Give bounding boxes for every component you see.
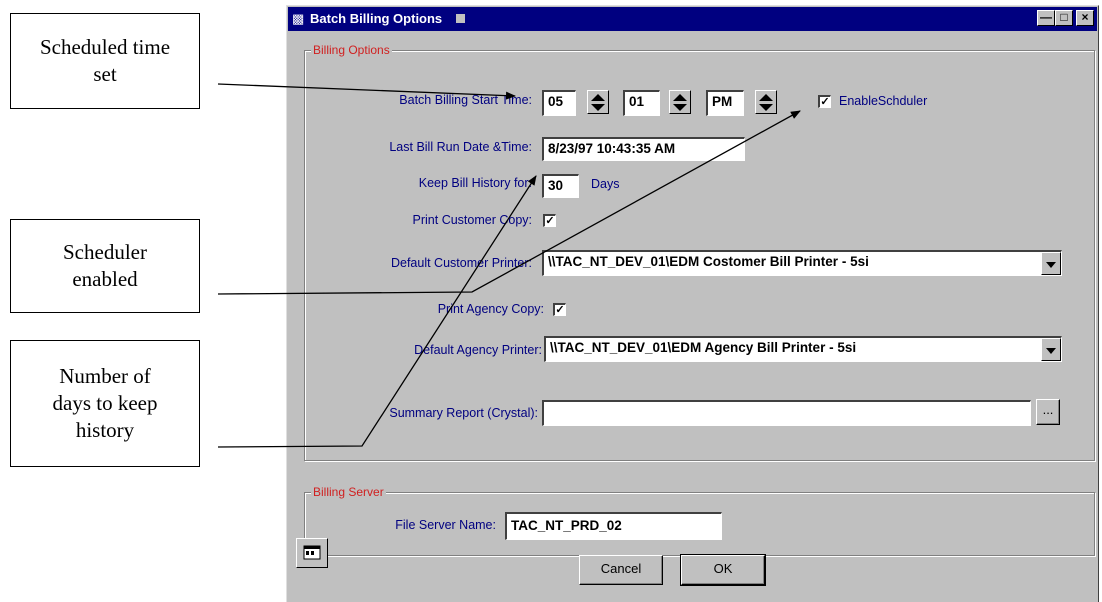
last-run-field[interactable]: 8/23/97 10:43:35 AM xyxy=(542,137,745,161)
print-agency-checkbox[interactable]: ✓ xyxy=(553,303,566,316)
chevron-down-icon[interactable] xyxy=(1041,252,1061,275)
print-agency-label: Print Agency Copy: xyxy=(437,302,544,316)
minimize-button[interactable]: — xyxy=(1037,10,1055,26)
summary-report-label: Summary Report (Crystal): xyxy=(389,406,538,420)
callout-scheduled-time: Scheduled time set xyxy=(10,13,200,109)
hour-field[interactable]: 05 xyxy=(542,90,576,116)
browse-button[interactable]: ... xyxy=(1036,399,1060,425)
print-customer-label: Print Customer Copy: xyxy=(412,213,532,227)
cancel-button[interactable]: Cancel xyxy=(579,555,663,585)
keep-history-label: Keep Bill History for: xyxy=(418,176,532,190)
spinner-arrows-icon xyxy=(673,94,687,111)
hour-spinner[interactable] xyxy=(587,90,609,114)
toolbar-icon-button[interactable] xyxy=(296,538,328,568)
callout-history-days: Number of days to keep history xyxy=(10,340,200,467)
close-button[interactable]: × xyxy=(1076,10,1094,26)
chevron-down-icon[interactable] xyxy=(1041,338,1061,361)
enable-scheduler-checkbox[interactable]: ✓ xyxy=(818,95,831,108)
batch-billing-options-window: ▩ Batch Billing Options — □ × Billing Op… xyxy=(286,5,1099,602)
enable-scheduler-label: EnableSchduler xyxy=(839,94,928,108)
minute-spinner[interactable] xyxy=(669,90,691,114)
start-time-label: Batch Billing Start Time: xyxy=(399,93,532,107)
default-agency-printer-label: Default Agency Printer: xyxy=(414,343,542,357)
title-marker-icon xyxy=(456,14,465,23)
callout-scheduler-enabled: Scheduler enabled xyxy=(10,219,200,313)
file-server-field[interactable]: TAC_NT_PRD_02 xyxy=(505,512,722,540)
file-server-label: File Server Name: xyxy=(395,518,496,532)
ok-button[interactable]: OK xyxy=(680,554,766,586)
default-agency-printer-select[interactable]: \\TAC_NT_DEV_01\EDM Agency Bill Printer … xyxy=(544,336,1062,362)
ok-label: OK xyxy=(713,561,733,576)
maximize-button[interactable]: □ xyxy=(1055,10,1073,26)
summary-report-field[interactable] xyxy=(542,400,1031,426)
window-list-icon xyxy=(303,545,321,560)
billing-options-legend: Billing Options xyxy=(311,43,392,57)
last-run-label: Last Bill Run Date &Time: xyxy=(389,140,532,154)
default-customer-printer-select[interactable]: \\TAC_NT_DEV_01\EDM Costomer Bill Printe… xyxy=(542,250,1062,276)
spinner-arrows-icon xyxy=(759,94,773,111)
minute-field[interactable]: 01 xyxy=(623,90,660,116)
billing-server-legend: Billing Server xyxy=(311,485,386,499)
ampm-field[interactable]: PM xyxy=(706,90,744,116)
default-agency-printer-value: \\TAC_NT_DEV_01\EDM Agency Bill Printer … xyxy=(550,340,857,355)
default-customer-printer-value: \\TAC_NT_DEV_01\EDM Costomer Bill Printe… xyxy=(548,254,869,269)
spinner-arrows-icon xyxy=(591,94,605,111)
default-customer-printer-label: Default Customer Printer: xyxy=(390,256,532,270)
ampm-spinner[interactable] xyxy=(755,90,777,114)
app-icon: ▩ xyxy=(292,11,305,26)
window-title: Batch Billing Options xyxy=(310,11,443,26)
title-bar[interactable]: ▩ Batch Billing Options — □ × xyxy=(288,7,1097,31)
print-customer-checkbox[interactable]: ✓ xyxy=(543,214,556,227)
keep-history-unit: Days xyxy=(591,177,620,191)
cancel-label: Cancel xyxy=(600,561,642,576)
keep-history-field[interactable]: 30 xyxy=(542,174,579,198)
